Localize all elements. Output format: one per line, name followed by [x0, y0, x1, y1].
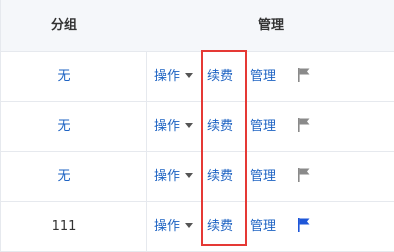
- table-row: 无 操作 续费 管理: [1, 152, 394, 202]
- column-header-manage: 管理: [257, 18, 284, 33]
- flag-icon[interactable]: [297, 217, 311, 233]
- renew-link[interactable]: 续费: [207, 152, 233, 202]
- manage-link[interactable]: 管理: [250, 202, 276, 252]
- flag-icon[interactable]: [297, 67, 311, 83]
- manage-link[interactable]: 管理: [250, 52, 276, 102]
- caret-down-icon: [185, 73, 194, 78]
- flag-icon[interactable]: [297, 117, 311, 133]
- operation-label: 操作: [154, 69, 181, 84]
- operation-label: 操作: [154, 169, 181, 184]
- manage-link[interactable]: 管理: [250, 152, 276, 202]
- group-cell[interactable]: 无: [1, 102, 127, 152]
- caret-down-icon: [185, 123, 194, 128]
- operation-label: 操作: [154, 219, 181, 234]
- servers-table: 分组 管理 无 操作 续费 管理 无 操作 续费 管理 无 操作 续费 管理 1…: [0, 0, 394, 252]
- renew-link[interactable]: 续费: [207, 202, 233, 252]
- flag-icon[interactable]: [297, 167, 311, 183]
- caret-down-icon: [185, 173, 194, 178]
- group-cell[interactable]: 无: [1, 52, 127, 102]
- caret-down-icon: [185, 223, 194, 228]
- operation-dropdown[interactable]: 操作: [154, 52, 194, 102]
- operation-dropdown[interactable]: 操作: [154, 202, 194, 252]
- table-header: 分组 管理: [1, 0, 394, 52]
- operation-dropdown[interactable]: 操作: [154, 102, 194, 152]
- operation-dropdown[interactable]: 操作: [154, 152, 194, 202]
- group-cell[interactable]: 无: [1, 152, 127, 202]
- table-row: 111 操作 续费 管理: [1, 202, 394, 252]
- table-row: 无 操作 续费 管理: [1, 52, 394, 102]
- group-cell: 111: [51, 219, 77, 234]
- column-header-group: 分组: [50, 18, 77, 33]
- renew-link[interactable]: 续费: [207, 102, 233, 152]
- renew-link[interactable]: 续费: [207, 52, 233, 102]
- table-row: 无 操作 续费 管理: [1, 102, 394, 152]
- operation-label: 操作: [154, 119, 181, 134]
- manage-link[interactable]: 管理: [250, 102, 276, 152]
